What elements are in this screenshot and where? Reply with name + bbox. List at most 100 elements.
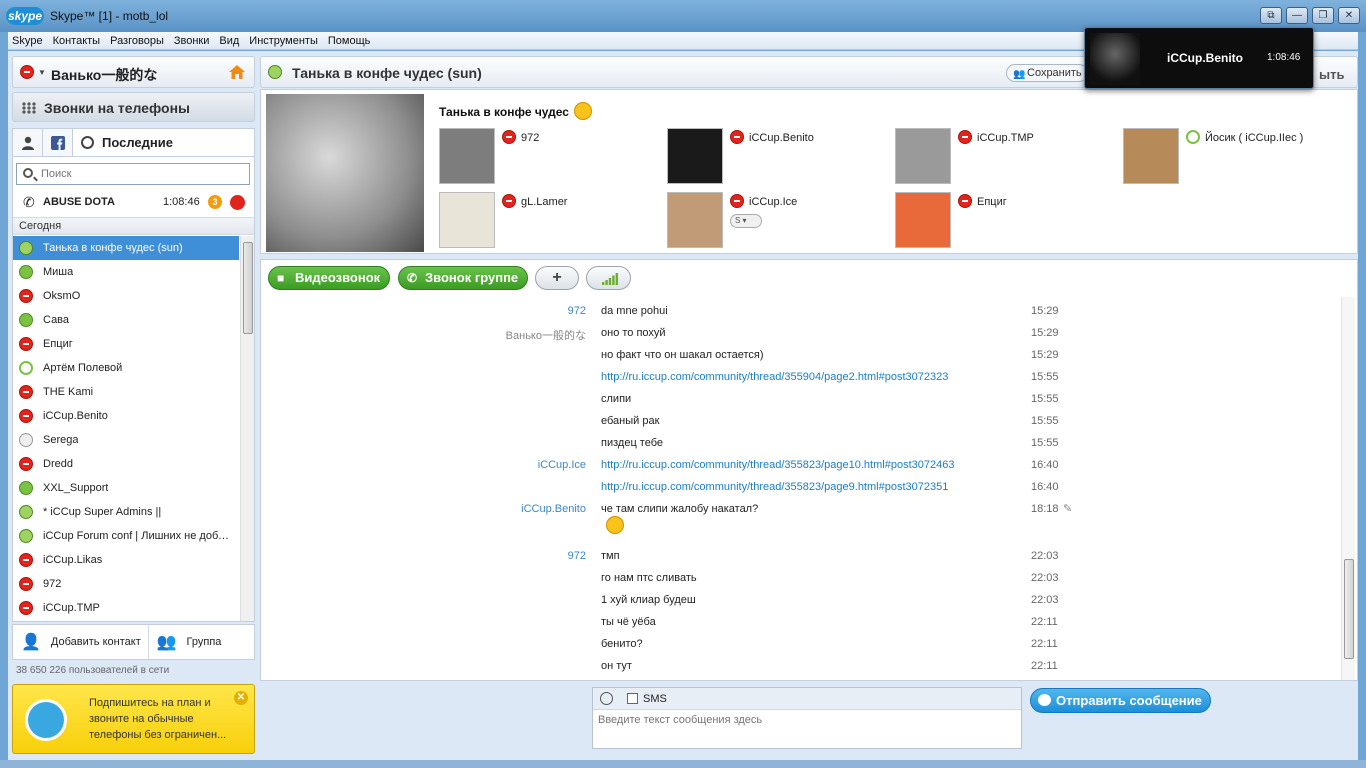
message-sender[interactable]: 972 [568,550,586,562]
message-link[interactable]: http://ru.iccup.com/community/thread/355… [601,371,948,383]
contact-item[interactable]: Артём Полевой [13,356,239,380]
chat-scrollbar[interactable] [1341,297,1355,680]
profile-bar[interactable]: ▼ Ванько一般的な [12,56,255,88]
participant-avatar[interactable] [439,192,495,248]
menu-skype[interactable]: Skype [12,35,43,47]
menu-help[interactable]: Помощь [328,35,371,47]
contacts-scrollbar-thumb[interactable] [243,242,253,334]
participant-card[interactable]: iCCup.TMP [895,128,1115,188]
contact-item[interactable]: THE Kami [13,380,239,404]
contact-item[interactable]: Епциг [13,332,239,356]
conversation-title[interactable]: Танька в конфе чудес (sun) [292,65,482,81]
tab-facebook[interactable] [43,129,73,156]
menu-view[interactable]: Вид [219,35,239,47]
create-group-button[interactable]: 👥 Группа [149,625,254,659]
participant-avatar[interactable] [667,128,723,184]
person-icon [21,136,34,150]
contact-item[interactable]: Сава [13,308,239,332]
contact-name: THE Kami [43,386,94,398]
chat-history: 972 da mne pohui 15:29 Ванько一般的な оно то пох… [260,297,1358,681]
message-input[interactable] [598,714,1013,744]
call-phones-button[interactable]: Звонки на телефоны [12,92,255,122]
search-input[interactable] [41,167,241,181]
participant-avatar[interactable] [439,128,495,184]
contact-item[interactable]: Миша [13,260,239,284]
chevron-down-icon[interactable]: ▼ [38,68,46,77]
group-call-button[interactable]: ✆ Звонок группе [398,266,528,290]
contact-name: Dredd [43,458,73,470]
signal-bars-icon [602,273,618,285]
promo-banner[interactable]: Подпишитесь на план и звоните на обычные… [12,684,255,754]
contact-item[interactable]: iCCup.Likas [13,548,239,572]
emoticon-picker-icon[interactable] [600,692,613,705]
participant-avatar[interactable] [667,192,723,248]
call-quality-button[interactable] [586,266,631,290]
minimize-button[interactable]: — [1286,7,1308,24]
menu-tools[interactable]: Инструменты [249,35,318,47]
profile-name[interactable]: Ванько一般的な [51,65,157,85]
tab-recent[interactable]: Последние [73,129,254,156]
tab-contacts[interactable] [13,129,43,156]
contacts-scrollbar[interactable] [240,236,254,621]
close-window-button[interactable]: ✕ [1338,7,1360,24]
contact-item[interactable]: iCCup.Benito [13,404,239,428]
participant-card[interactable]: iCCup.Ice S ▾ [667,192,887,252]
promo-text[interactable]: Подпишитесь на план и звоните на обычные… [89,695,237,743]
video-call-button[interactable]: ■ Видеозвонок [268,266,390,290]
search-box[interactable] [16,163,250,185]
participant-avatar[interactable] [895,192,951,248]
contact-item[interactable]: XXL_Support [13,476,239,500]
contact-item[interactable]: iCCup.TMP [13,596,239,620]
chat-message: Ванько一般的な оно то похуй 15:29 [261,323,1341,345]
add-contact-button[interactable]: 👤 Добавить контакт [13,625,149,659]
message-time: 15:29 [1031,305,1059,317]
menu-calls[interactable]: Звонки [174,35,210,47]
participant-avatar[interactable] [1123,128,1179,184]
contact-item[interactable]: iCCup Forum conf | Лишних не доба... [13,524,239,548]
participant-card[interactable]: Епциг [895,192,1115,252]
message-link[interactable]: http://ru.iccup.com/community/thread/355… [601,459,954,471]
message-time: 15:55 [1031,437,1059,449]
message-sender[interactable]: iCCup.Ice [538,459,586,471]
maximize-button[interactable]: ❐ [1312,7,1334,24]
contact-item[interactable]: Dredd [13,452,239,476]
contact-item[interactable]: OksmO [13,284,239,308]
message-sender[interactable]: 972 [568,305,586,317]
save-group-button[interactable]: 👥 Сохранить [1006,64,1088,82]
contact-item[interactable]: 972 [13,572,239,596]
send-message-button[interactable]: Отправить сообщение [1030,688,1211,713]
message-time: 18:18 [1031,503,1059,515]
message-sender[interactable]: iCCup.Benito [521,503,586,515]
menu-conversations[interactable]: Разговоры [110,35,164,47]
chat-message: слипи 15:55 [261,389,1341,411]
active-call-row[interactable]: ✆ ABUSE DOTA 1:08:46 3 [13,191,254,213]
add-button[interactable]: + [535,266,579,290]
skype-call-dropdown[interactable]: S ▾ [730,214,762,228]
compact-view-button[interactable]: ⧉ [1260,7,1282,24]
menu-contacts[interactable]: Контакты [53,35,101,47]
call-overlay[interactable]: iCCup.Benito 1:08:46 [1084,27,1314,89]
message-text: оно то похуй [601,327,666,339]
message-sender[interactable]: Ванько一般的な [506,327,586,343]
contact-item[interactable]: * iCCup Super Admins || [13,500,239,524]
contact-item[interactable]: Танька в конфе чудес (sun) [13,236,239,260]
contact-item[interactable]: Serega [13,428,239,452]
chat-scrollbar-thumb[interactable] [1344,559,1354,659]
message-text: го нам птс сливать [601,572,697,584]
home-icon[interactable] [228,63,246,81]
sms-checkbox[interactable] [627,693,638,704]
close-icon[interactable]: ✕ [234,691,248,705]
chat-message: http://ru.iccup.com/community/thread/355… [261,477,1341,499]
participant-card[interactable]: iCCup.Benito [667,128,887,188]
group-avatar[interactable] [266,94,424,252]
message-link[interactable]: http://ru.iccup.com/community/thread/355… [601,481,948,493]
participant-card[interactable]: gL.Lamer [439,192,659,252]
participant-card[interactable]: Йосик ( iCCup.IIec ) [1123,128,1343,188]
busy-status-icon[interactable] [20,65,34,79]
hang-up-icon[interactable] [230,195,245,210]
participant-card[interactable]: 972 [439,128,659,188]
close-conversation-button[interactable]: ыть [1319,67,1344,82]
phone-icon: ✆ [407,271,418,285]
participant-avatar[interactable] [895,128,951,184]
active-call-time: 1:08:46 [163,196,200,208]
